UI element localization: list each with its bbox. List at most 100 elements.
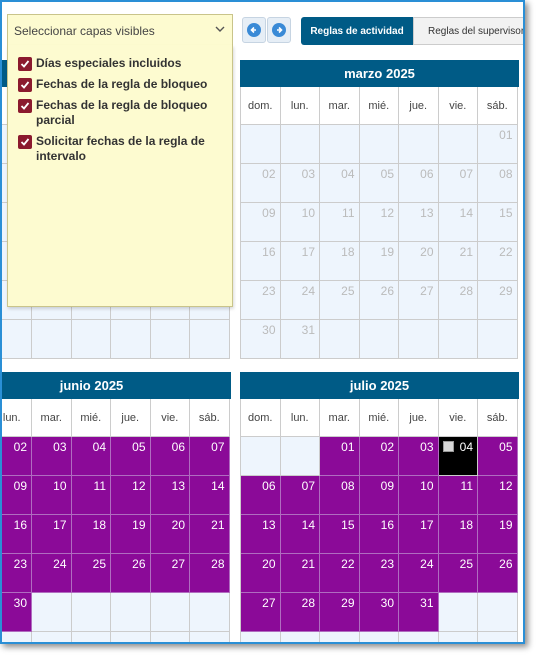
calendar-day[interactable]: 04 — [320, 164, 360, 203]
calendar-day[interactable]: 25 — [71, 554, 111, 593]
calendar-day[interactable]: 19 — [111, 515, 151, 554]
calendar-day[interactable]: 01 — [478, 125, 518, 164]
calendar-day[interactable]: 21 — [280, 554, 320, 593]
calendar-day[interactable]: 26 — [359, 281, 399, 320]
calendar-day[interactable]: 12 — [359, 203, 399, 242]
calendar-day[interactable]: 27 — [241, 593, 281, 632]
calendar-day[interactable]: 09 — [241, 203, 281, 242]
calendar-day[interactable]: 10 — [32, 476, 72, 515]
calendar-day[interactable]: 01 — [320, 437, 360, 476]
calendar-day[interactable]: 17 — [280, 242, 320, 281]
calendar-day[interactable]: 03 — [280, 164, 320, 203]
calendar-day[interactable]: 30 — [359, 593, 399, 632]
calendar-day[interactable]: 26 — [111, 554, 151, 593]
calendar-day[interactable]: 03 — [399, 437, 439, 476]
calendar-day[interactable]: 06 — [150, 437, 190, 476]
calendar-day[interactable]: 28 — [190, 554, 230, 593]
calendar-day[interactable]: 20 — [150, 515, 190, 554]
calendar-day[interactable]: 19 — [478, 515, 518, 554]
calendar-day[interactable]: 10 — [399, 476, 439, 515]
calendar-day[interactable]: 07 — [280, 476, 320, 515]
calendar-day[interactable]: 25 — [320, 281, 360, 320]
calendar-day[interactable]: 23 — [2, 554, 32, 593]
calendar-day[interactable]: 25 — [438, 554, 478, 593]
calendar-day[interactable]: 12 — [478, 476, 518, 515]
tab-supervisor-rules[interactable]: Reglas del supervisor — [413, 17, 523, 45]
calendar-day[interactable]: 24 — [32, 554, 72, 593]
calendar-day[interactable]: 19 — [359, 242, 399, 281]
calendar-day[interactable]: 06 — [399, 164, 439, 203]
calendar-day[interactable]: 11 — [71, 476, 111, 515]
calendar-day[interactable]: 24 — [399, 554, 439, 593]
calendar-day[interactable]: 02 — [2, 437, 32, 476]
calendar-day[interactable]: 13 — [241, 515, 281, 554]
checkbox-checked-icon[interactable] — [18, 57, 32, 71]
checkbox-checked-icon[interactable] — [18, 99, 32, 113]
calendar-day[interactable]: 30 — [2, 593, 32, 632]
calendar-day[interactable]: 23 — [241, 281, 281, 320]
calendar-day[interactable]: 17 — [399, 515, 439, 554]
calendar-day[interactable]: 13 — [150, 476, 190, 515]
calendar-day[interactable]: 16 — [359, 515, 399, 554]
previous-button[interactable] — [242, 17, 266, 43]
calendar-day[interactable]: 24 — [280, 281, 320, 320]
calendar-day[interactable]: 17 — [32, 515, 72, 554]
calendar-day[interactable]: 12 — [111, 476, 151, 515]
calendar-day[interactable]: 29 — [320, 593, 360, 632]
calendar-day[interactable]: 08 — [320, 476, 360, 515]
calendar-day[interactable]: 16 — [241, 242, 281, 281]
calendar-day[interactable]: 11 — [438, 476, 478, 515]
calendar-day[interactable]: 07 — [438, 164, 478, 203]
calendar-day[interactable]: 10 — [280, 203, 320, 242]
calendar-day[interactable]: 09 — [2, 476, 32, 515]
calendar-day[interactable]: 22 — [478, 242, 518, 281]
calendar-day[interactable]: 26 — [478, 554, 518, 593]
calendar-day[interactable]: 14 — [280, 515, 320, 554]
calendar-day[interactable]: 15 — [320, 515, 360, 554]
calendar-day[interactable]: 14 — [438, 203, 478, 242]
calendar-day[interactable]: 13 — [399, 203, 439, 242]
checkbox-checked-icon[interactable] — [18, 78, 32, 92]
calendar-day[interactable]: 09 — [359, 476, 399, 515]
calendar-day[interactable]: 07 — [190, 437, 230, 476]
calendar-day[interactable]: 03 — [32, 437, 72, 476]
calendar-day[interactable]: 20 — [399, 242, 439, 281]
calendar-day[interactable]: 16 — [2, 515, 32, 554]
calendar-day[interactable]: 08 — [478, 164, 518, 203]
calendar-day[interactable]: 05 — [478, 437, 518, 476]
calendar-day[interactable]: 18 — [438, 515, 478, 554]
calendar-day[interactable]: 11 — [320, 203, 360, 242]
next-button[interactable] — [267, 17, 291, 43]
calendar-day[interactable]: 27 — [399, 281, 439, 320]
layer-option-partial-block-rule[interactable]: Fechas de la regla de bloqueo parcial — [8, 95, 232, 131]
calendar-day[interactable]: 18 — [320, 242, 360, 281]
calendar-day[interactable]: 04 — [438, 437, 478, 476]
calendar-day[interactable]: 06 — [241, 476, 281, 515]
calendar-day[interactable]: 23 — [359, 554, 399, 593]
layer-option-block-rule[interactable]: Fechas de la regla de bloqueo — [8, 74, 232, 95]
calendar-day[interactable]: 31 — [399, 593, 439, 632]
checkbox-checked-icon[interactable] — [18, 135, 32, 149]
layer-option-interval-rule[interactable]: Solicitar fechas de la regla de interval… — [8, 131, 232, 167]
calendar-day[interactable]: 31 — [280, 320, 320, 359]
calendar-day[interactable]: 20 — [241, 554, 281, 593]
tab-activity-rules[interactable]: Reglas de actividad — [301, 17, 413, 45]
layer-select-dropdown[interactable]: Seleccionar capas visibles — [7, 14, 233, 46]
calendar-day[interactable]: 29 — [478, 281, 518, 320]
calendar-day[interactable]: 28 — [280, 593, 320, 632]
calendar-day[interactable]: 28 — [438, 281, 478, 320]
calendar-day[interactable]: 21 — [438, 242, 478, 281]
calendar-day[interactable]: 02 — [359, 437, 399, 476]
calendar-day[interactable]: 04 — [71, 437, 111, 476]
layer-option-special-days[interactable]: Días especiales incluidos — [8, 53, 232, 74]
calendar-day[interactable]: 02 — [241, 164, 281, 203]
calendar-day[interactable]: 30 — [241, 320, 281, 359]
calendar-day[interactable]: 14 — [190, 476, 230, 515]
calendar-day[interactable]: 27 — [150, 554, 190, 593]
calendar-day[interactable]: 18 — [71, 515, 111, 554]
calendar-day[interactable]: 05 — [111, 437, 151, 476]
calendar-day[interactable]: 22 — [320, 554, 360, 593]
calendar-day[interactable]: 15 — [478, 203, 518, 242]
calendar-day[interactable]: 05 — [359, 164, 399, 203]
calendar-day[interactable]: 21 — [190, 515, 230, 554]
